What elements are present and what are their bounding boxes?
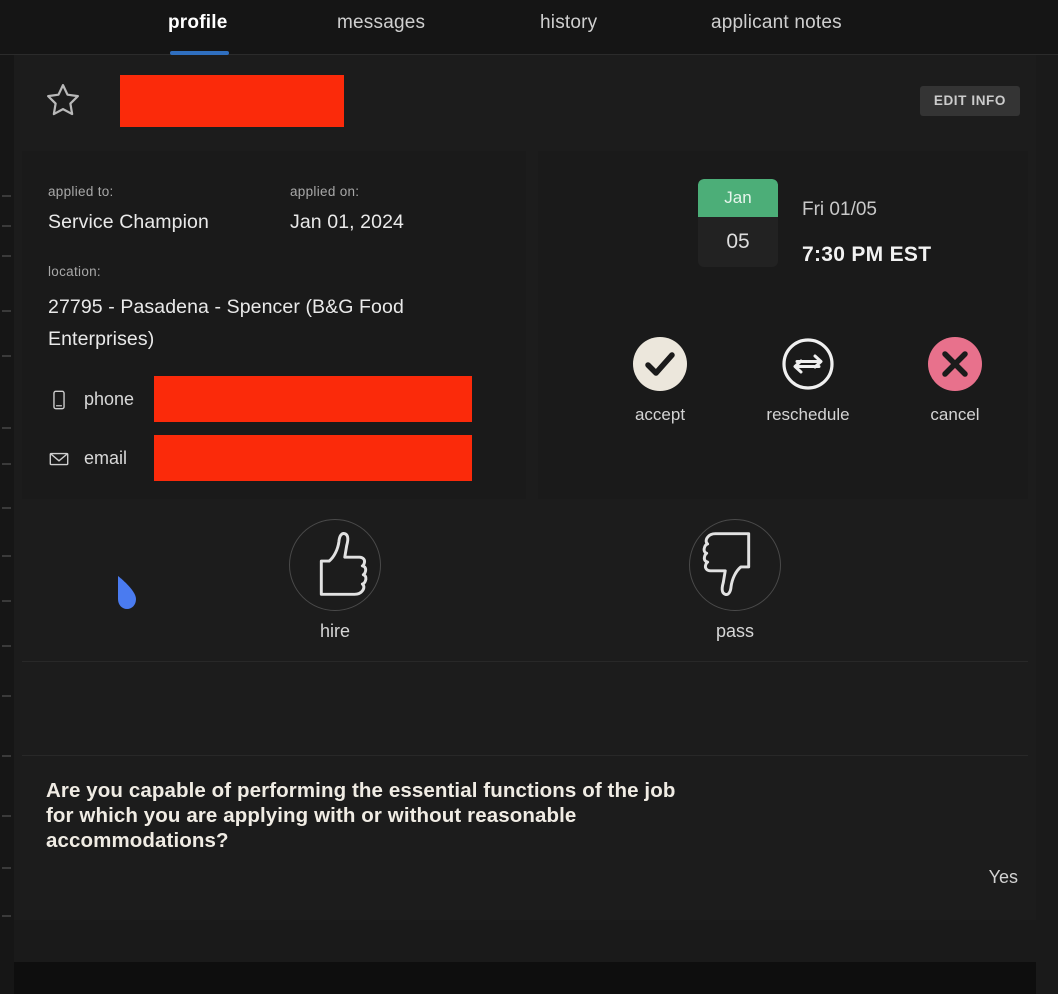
interview-date-text: Fri 01/05 [802, 199, 877, 220]
candidate-name-redaction [120, 75, 344, 127]
interview-time-text: 7:30 PM EST [802, 243, 932, 266]
edit-info-button[interactable]: EDIT INFO [919, 86, 1020, 116]
cancel-interview-button[interactable]: cancel [895, 337, 1015, 425]
profile-panel: EDIT INFO applied to: Service Champion a… [14, 55, 1036, 962]
phone-value-redaction [154, 376, 472, 422]
decision-band: hire pass [22, 507, 1028, 662]
tab-applicant-notes-label: applicant notes [711, 12, 842, 33]
pass-button[interactable]: pass [665, 519, 805, 642]
screening-question-text: Are you capable of performing the essent… [46, 779, 676, 852]
location-label: location: [48, 264, 101, 279]
accept-interview-button[interactable]: accept [600, 337, 720, 425]
phone-icon [53, 390, 65, 410]
right-edge-gutter [1036, 55, 1058, 994]
panel-bottom-strip [14, 920, 1036, 962]
tab-bar: profile messages history applicant notes [0, 0, 1058, 55]
pass-label: pass [715, 621, 755, 641]
thumbs-up-icon [289, 519, 381, 611]
hire-button[interactable]: hire [265, 519, 405, 642]
left-edge-clipped-panel [0, 55, 14, 994]
email-label: email [84, 448, 128, 468]
tab-history[interactable]: history [540, 12, 597, 54]
applied-on-label: applied on: [290, 184, 360, 199]
tab-applicant-notes[interactable]: applicant notes [711, 12, 842, 54]
tab-messages-label: messages [337, 12, 426, 33]
cancel-label: cancel [930, 405, 980, 424]
reschedule-interview-button[interactable]: reschedule [748, 337, 868, 425]
accept-label: accept [634, 405, 686, 424]
interview-card: Jan 05 Fri 01/05 7:30 PM EST accept resc… [538, 151, 1028, 499]
interview-day: 05 [726, 230, 750, 253]
mouse-cursor-icon [118, 576, 136, 609]
hire-label: hire [319, 621, 350, 641]
phone-label: phone [84, 389, 135, 409]
question-spacer-band [22, 661, 1028, 756]
applied-to-value: Service Champion [48, 211, 209, 233]
thumbs-down-icon [689, 519, 781, 611]
reschedule-label: reschedule [766, 405, 850, 424]
applied-on-value: Jan 01, 2024 [290, 211, 404, 233]
interview-date-block: Jan 05 [698, 179, 778, 267]
tab-profile[interactable]: profile [168, 12, 230, 55]
close-x-icon [928, 337, 982, 391]
star-icon[interactable] [44, 81, 82, 119]
tab-messages[interactable]: messages [337, 12, 425, 54]
cards-row: applied to: Service Champion applied on:… [14, 151, 1036, 499]
location-value: 27795 - Pasadena - Spencer (B&G Food Ent… [48, 296, 404, 350]
tab-history-label: history [540, 12, 598, 33]
interview-month: Jan [698, 179, 778, 217]
swap-arrows-icon [781, 337, 835, 391]
applied-to-label: applied to: [48, 184, 114, 199]
check-icon [633, 337, 687, 391]
profile-header: EDIT INFO [14, 55, 1036, 147]
email-icon [49, 452, 69, 466]
application-info-card: applied to: Service Champion applied on:… [22, 151, 526, 499]
email-value-redaction [154, 435, 472, 481]
tab-profile-label: profile [168, 12, 228, 33]
screening-question-answer: Yes [988, 867, 1018, 887]
